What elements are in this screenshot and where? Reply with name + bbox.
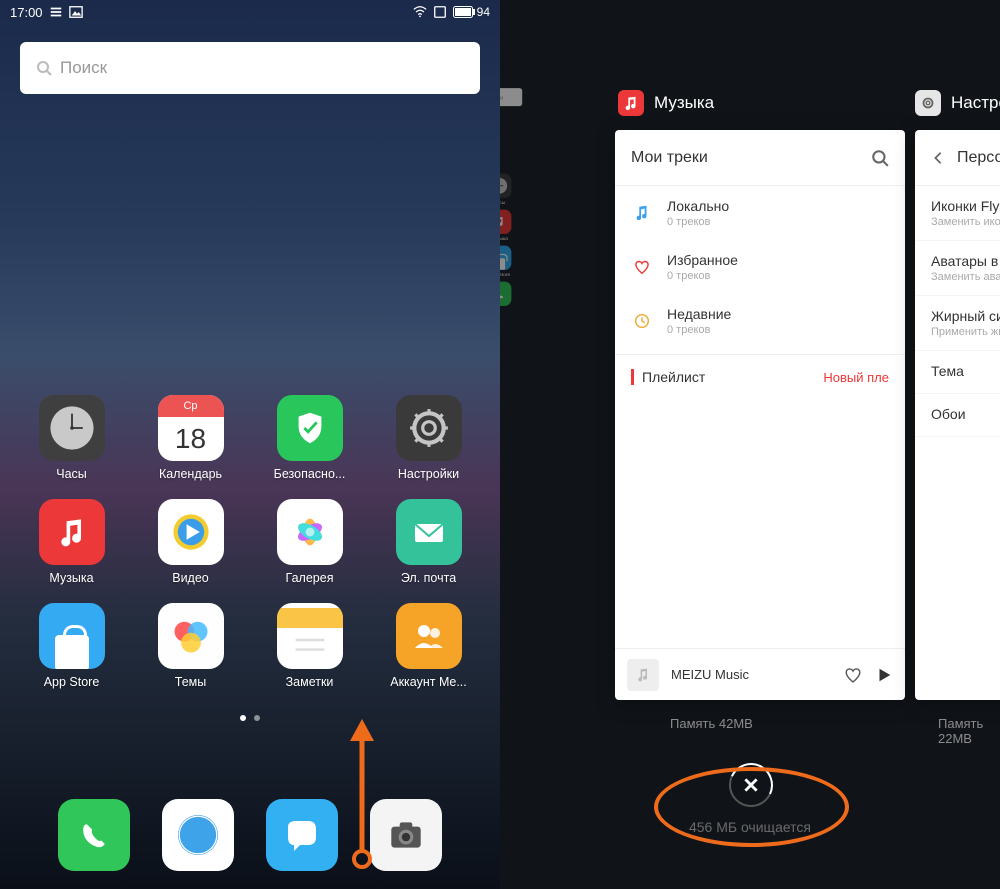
search-bar[interactable]: Поиск <box>20 42 480 94</box>
music-item-local[interactable]: Локально0 треков <box>615 186 905 240</box>
app-clock[interactable]: Часы <box>26 395 117 481</box>
music-icon <box>39 499 105 565</box>
chevron-left-icon[interactable] <box>931 151 945 165</box>
app-mail[interactable]: Эл. почта <box>383 499 474 585</box>
dock-messages[interactable] <box>266 799 338 871</box>
app-label: Календарь <box>159 467 222 481</box>
dock-browser[interactable] <box>162 799 234 871</box>
play-icon[interactable] <box>875 666 893 684</box>
music-icon <box>618 90 644 116</box>
app-label: Заметки <box>286 675 334 689</box>
app-video[interactable]: Видео <box>145 499 236 585</box>
recents-card-music[interactable]: Мои треки Локально0 треков Избранное0 тр… <box>615 130 905 700</box>
search-icon[interactable] <box>871 149 889 167</box>
gear-icon <box>915 90 941 116</box>
play-icon <box>158 499 224 565</box>
app-label: Эл. почта <box>401 571 456 585</box>
heart-icon <box>631 256 653 278</box>
sim-icon <box>433 5 447 19</box>
app-label: Безопасно... <box>274 467 346 481</box>
bag-icon <box>39 603 105 669</box>
list-icon <box>49 5 63 19</box>
app-gallery[interactable]: Галерея <box>264 499 355 585</box>
settings-item-wallpaper[interactable]: Обои <box>915 394 1000 437</box>
recents-music-title: Музыка <box>618 90 714 116</box>
settings-item-avatars[interactable]: Аватары в ст Заменить аватар стиле Flyme <box>915 241 1000 296</box>
app-themes[interactable]: Темы <box>145 603 236 689</box>
clear-all-button[interactable] <box>729 763 773 807</box>
memory-label-music: Память 42MB <box>670 716 753 731</box>
recents-settings-title: Настро <box>915 90 1000 116</box>
close-icon <box>742 776 760 794</box>
heart-icon[interactable] <box>843 665 863 685</box>
music-note-icon <box>631 202 653 224</box>
mail-icon <box>396 499 462 565</box>
clear-status-text: 456 МБ очищается <box>500 819 1000 835</box>
app-music[interactable]: Музыка <box>26 499 117 585</box>
app-label: Настройки <box>398 467 459 481</box>
settings-item-bold[interactable]: Жирный сист Применить жир <box>915 296 1000 351</box>
memory-label-settings: Память 22MB <box>938 716 1000 746</box>
music-mini-player[interactable]: MEIZU Music <box>615 648 905 700</box>
clock-icon <box>39 395 105 461</box>
settings-item-theme[interactable]: Тема <box>915 351 1000 394</box>
app-label: Часы <box>56 467 87 481</box>
music-item-recent[interactable]: Недавние0 треков <box>615 294 905 348</box>
app-security[interactable]: Безопасно... <box>264 395 355 481</box>
page-indicator <box>0 715 500 721</box>
dock-camera[interactable] <box>370 799 442 871</box>
settings-item-icons[interactable]: Иконки Flyme Заменить иконки стиле Flyme <box>915 186 1000 241</box>
dock-phone[interactable] <box>58 799 130 871</box>
search-placeholder: Поиск <box>60 58 107 78</box>
app-label: Видео <box>172 571 209 585</box>
homescreen: 17:00 94 Поиск <box>0 0 500 889</box>
music-item-favorites[interactable]: Избранное0 треков <box>615 240 905 294</box>
flower-icon <box>277 499 343 565</box>
recents-home-thumbnail[interactable]: Пои Часы Музыка App Store <box>500 80 529 395</box>
clock-icon <box>631 310 653 332</box>
battery-icon: 94 <box>453 5 490 19</box>
search-icon <box>36 60 52 76</box>
status-bar: 17:00 94 <box>0 0 500 24</box>
music-playlist-row[interactable]: Плейлист Новый пле <box>615 354 905 399</box>
notes-icon <box>277 603 343 669</box>
status-time: 17:00 <box>10 5 43 20</box>
themes-icon <box>158 603 224 669</box>
app-label: Аккаунт Me... <box>390 675 467 689</box>
app-calendar[interactable]: Ср 18 Календарь <box>145 395 236 481</box>
settings-header-title: Персона. <box>957 149 1000 167</box>
dock <box>0 799 500 871</box>
app-label: App Store <box>44 675 100 689</box>
wifi-icon <box>413 5 427 19</box>
app-settings[interactable]: Настройки <box>383 395 474 481</box>
music-tab-header: Мои треки <box>631 149 708 167</box>
app-label: Темы <box>175 675 206 689</box>
recents-screen: Пои Часы Музыка App Store Музыка Мои тре… <box>500 0 1000 889</box>
app-notes[interactable]: Заметки <box>264 603 355 689</box>
app-appstore[interactable]: App Store <box>26 603 117 689</box>
track-cover-icon <box>627 659 659 691</box>
shield-icon <box>277 395 343 461</box>
app-label: Музыка <box>49 571 93 585</box>
people-icon <box>396 603 462 669</box>
recents-card-settings[interactable]: Персона. Иконки Flyme Заменить иконки ст… <box>915 130 1000 700</box>
picture-icon <box>69 5 83 19</box>
app-account[interactable]: Аккаунт Me... <box>383 603 474 689</box>
app-label: Галерея <box>286 571 334 585</box>
gear-icon <box>396 395 462 461</box>
calendar-icon: Ср 18 <box>158 395 224 461</box>
